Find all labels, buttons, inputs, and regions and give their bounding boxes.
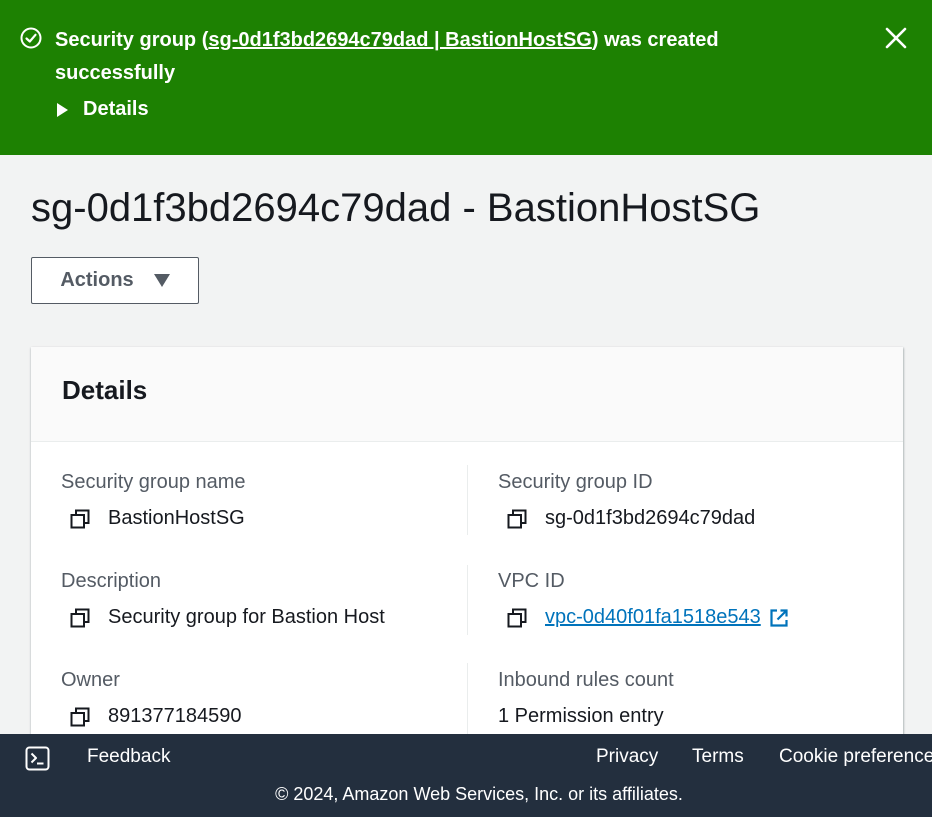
security-group-link[interactable]: sg-0d1f3bd2694c79dad | BastionHostSG [208,29,592,51]
success-flash-banner: Security group (sg-0d1f3bd2694c79dad | B… [0,0,932,155]
cookie-preferences-link[interactable]: Cookie preferences [779,746,932,768]
copy-icon[interactable] [506,508,528,530]
owner-label: Owner [61,669,120,691]
description-label: Description [61,570,162,592]
owner-value: 891377184590 [69,705,241,728]
flash-details-toggle[interactable]: Details [57,98,149,121]
flash-details-label: Details [83,98,149,120]
description-text: Security group for Bastion Host [108,606,385,628]
caret-right-icon [57,102,68,117]
inbound-rules-value: 1 Permission entry [498,705,664,728]
sg-id-text: sg-0d1f3bd2694c79dad [545,507,756,529]
details-panel-header: Details [31,347,903,442]
details-panel: Details Security group name BastionHostS… [31,347,903,747]
actions-dropdown-button[interactable]: Actions [31,257,199,304]
flash-message: Security group (sg-0d1f3bd2694c79dad | B… [55,24,775,90]
close-icon[interactable] [883,25,909,51]
column-divider [467,565,468,635]
description-value: Security group for Bastion Host [69,606,385,629]
terms-link[interactable]: Terms [692,746,744,768]
vpc-id-value: vpc-0d40f01fa1518e543 [506,606,789,629]
copy-icon[interactable] [69,508,91,530]
copy-icon[interactable] [69,607,91,629]
inbound-rules-label: Inbound rules count [498,669,674,691]
copyright-text: © 2024, Amazon Web Services, Inc. or its… [275,784,683,804]
cloudshell-icon[interactable] [25,746,50,771]
console-footer: Feedback Privacy Terms Cookie preference… [0,734,932,817]
details-panel-title: Details [62,375,148,405]
vpc-id-label: VPC ID [498,570,565,592]
sg-id-value: sg-0d1f3bd2694c79dad [506,507,755,530]
sg-name-text: BastionHostSG [108,507,245,529]
inbound-rules-text: 1 Permission entry [498,705,664,727]
copy-icon[interactable] [69,706,91,728]
column-divider [467,465,468,535]
actions-label: Actions [60,269,134,291]
vpc-id-link[interactable]: vpc-0d40f01fa1518e543 [545,606,761,629]
copy-icon[interactable] [506,607,528,629]
check-circle-icon [20,27,42,49]
feedback-link[interactable]: Feedback [87,746,170,768]
sg-name-value: BastionHostSG [69,507,245,530]
caret-down-icon [153,274,170,287]
flash-message-prefix: Security group ( [55,29,209,51]
sg-name-label: Security group name [61,471,246,493]
external-link-icon[interactable] [769,608,789,628]
sg-id-label: Security group ID [498,471,653,493]
privacy-link[interactable]: Privacy [596,746,658,768]
owner-text: 891377184590 [108,705,242,727]
page-title: sg-0d1f3bd2694c79dad - BastionHostSG [31,186,761,230]
